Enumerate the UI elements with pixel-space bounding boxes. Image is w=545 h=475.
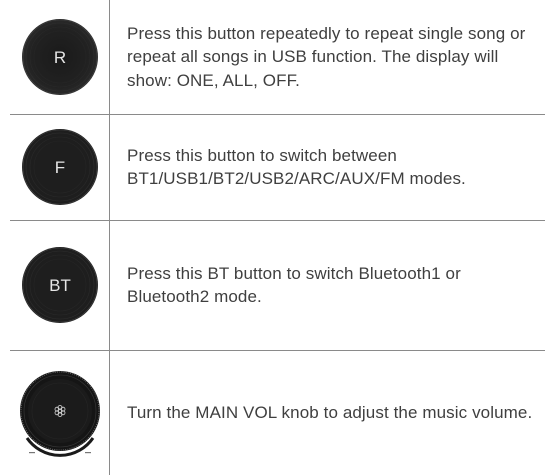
function-button-icon: F bbox=[20, 127, 100, 207]
button-reference-table: R Press this button repeatedly to repeat… bbox=[10, 0, 545, 475]
button-letter: F bbox=[54, 158, 64, 177]
table-row-bluetooth: BT Press this BT button to switch Blueto… bbox=[10, 220, 545, 350]
description-text: Press this button repeatedly to repeat s… bbox=[127, 23, 526, 90]
table-row-main-volume: Turn the MAIN VOL knob to adjust the mus… bbox=[10, 350, 545, 475]
button-letter: R bbox=[53, 48, 65, 67]
description-cell: Turn the MAIN VOL knob to adjust the mus… bbox=[127, 350, 539, 475]
description-cell: Press this button to switch between BT1/… bbox=[127, 114, 539, 220]
icon-cell: BT bbox=[10, 220, 109, 350]
description-text: Turn the MAIN VOL knob to adjust the mus… bbox=[127, 402, 533, 422]
main-volume-knob-icon bbox=[15, 368, 105, 458]
description-cell: Press this BT button to switch Bluetooth… bbox=[127, 220, 539, 350]
table-row-repeat: R Press this button repeatedly to repeat… bbox=[10, 0, 545, 114]
button-letter: BT bbox=[49, 276, 71, 295]
description-text: Press this button to switch between BT1/… bbox=[127, 145, 466, 189]
repeat-button-icon: R bbox=[20, 17, 100, 97]
description-cell: Press this button repeatedly to repeat s… bbox=[127, 0, 539, 114]
description-text: Press this BT button to switch Bluetooth… bbox=[127, 263, 461, 307]
icon-cell: R bbox=[10, 0, 109, 114]
bluetooth-button-icon: BT bbox=[20, 245, 100, 325]
icon-cell bbox=[10, 350, 109, 475]
icon-cell: F bbox=[10, 114, 109, 220]
table-row-function: F Press this button to switch between BT… bbox=[10, 114, 545, 220]
